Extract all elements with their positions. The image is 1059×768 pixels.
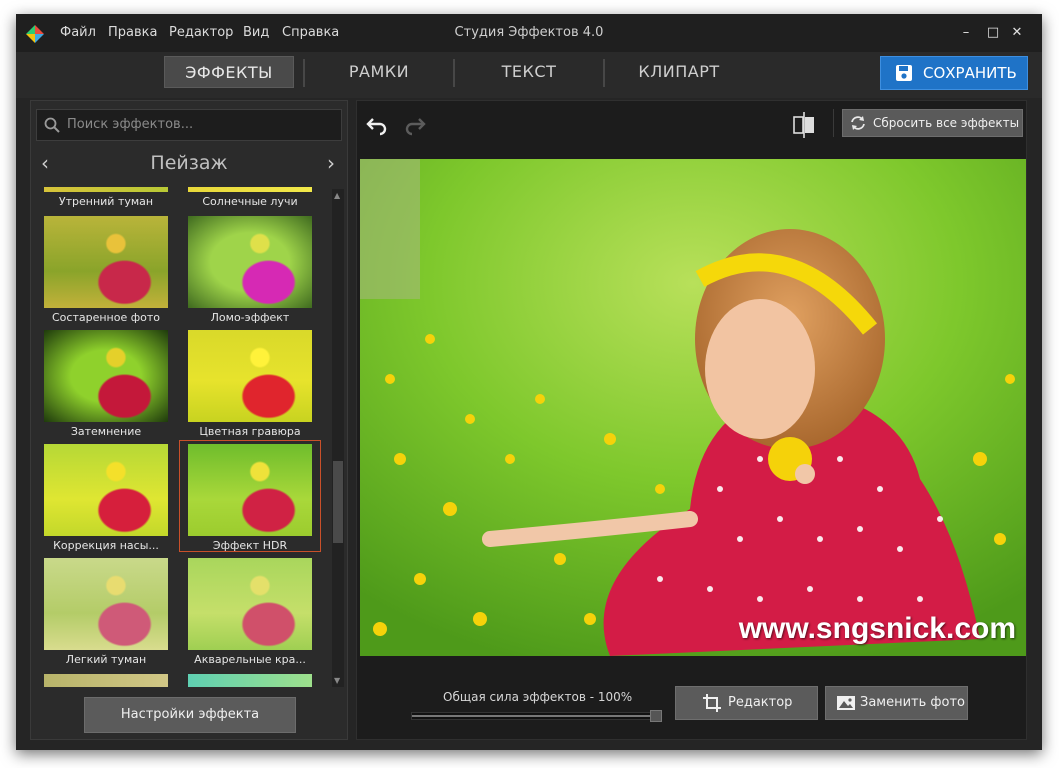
effect-thumbnail	[188, 674, 312, 687]
maximize-button[interactable]: □	[983, 23, 1003, 43]
effect-item[interactable]: Ломо-эффект	[182, 216, 318, 324]
reset-effects-button[interactable]: Сбросить все эффекты	[842, 109, 1023, 137]
search-icon	[44, 117, 60, 133]
preview-panel: Сбросить все эффекты www.sngsnick.com Об…	[356, 100, 1027, 740]
effect-label: Коррекция насы...	[53, 539, 159, 552]
effects-grid: Утренний туман Солнечные лучи Состаренно…	[31, 187, 331, 687]
main-tabs: ЭФФЕКТЫ РАМКИ ТЕКСТ КЛИПАРТ СОХРАНИТЬ	[16, 52, 1042, 98]
minimize-button[interactable]: –	[956, 23, 976, 43]
scroll-up-icon[interactable]: ▲	[334, 191, 340, 200]
effect-item[interactable]: Цветная гравюра	[182, 330, 318, 438]
effect-label: Состаренное фото	[51, 311, 160, 324]
effect-thumbnail	[188, 216, 312, 308]
effect-item[interactable]: Акварельные кра...	[182, 558, 318, 666]
redo-icon[interactable]	[403, 113, 427, 137]
effect-thumbnail	[44, 674, 168, 687]
reset-effects-label: Сбросить все эффекты	[873, 116, 1020, 130]
scroll-down-icon[interactable]: ▼	[334, 676, 340, 685]
effect-label: Акварельные кра...	[194, 653, 306, 666]
search-input[interactable]: Поиск эффектов...	[36, 109, 342, 141]
menu-view[interactable]: Вид	[243, 25, 269, 40]
menu-file[interactable]: Файл	[60, 25, 96, 40]
effect-thumbnail	[188, 187, 312, 192]
effect-item[interactable]: Легкий туман	[38, 558, 174, 666]
effect-label: Утренний туман	[58, 195, 154, 208]
tab-clipart[interactable]: КЛИПАРТ	[614, 56, 744, 88]
photo-preview: www.sngsnick.com	[360, 159, 1026, 656]
menu-edit[interactable]: Правка	[108, 25, 157, 40]
effect-thumbnail	[188, 330, 312, 422]
app-logo-icon	[26, 25, 44, 43]
refresh-icon	[851, 116, 865, 130]
effect-label: Ломо-эффект	[210, 311, 290, 324]
slider-fill	[412, 715, 650, 717]
app-window: Файл Правка Редактор Вид Справка Студия …	[16, 14, 1042, 750]
effect-strength-label: Общая сила эффектов - 100%	[443, 690, 633, 704]
replace-photo-label: Заменить фото	[860, 695, 966, 710]
effect-thumbnail	[44, 444, 168, 536]
crop-icon	[703, 694, 721, 712]
search-placeholder: Поиск эффектов...	[67, 117, 194, 132]
category-selector: ‹ Пейзаж ›	[31, 147, 347, 177]
scrollbar-thumb[interactable]	[333, 461, 343, 543]
effect-thumbnail	[44, 216, 168, 308]
effect-label: Солнечные лучи	[202, 195, 298, 208]
menu-editor[interactable]: Редактор	[169, 25, 233, 40]
editor-button-label: Редактор	[728, 695, 793, 710]
effect-label: Затемнение	[70, 425, 142, 438]
effect-item[interactable]: Коррекция насы...	[38, 444, 174, 552]
effect-item[interactable]	[38, 674, 174, 687]
effect-settings-button[interactable]: Настройки эффекта	[84, 697, 296, 733]
effect-item[interactable]: Солнечные лучи	[182, 187, 318, 208]
toolbar-divider	[833, 109, 834, 137]
effects-panel: Поиск эффектов... ‹ Пейзаж › Утренний ту…	[30, 100, 348, 740]
tab-text[interactable]: ТЕКСТ	[464, 56, 594, 88]
tab-separator	[603, 59, 605, 87]
menu-help[interactable]: Справка	[282, 25, 339, 40]
close-button[interactable]: ✕	[1007, 23, 1027, 43]
tab-separator	[453, 59, 455, 87]
effect-strength-slider[interactable]	[411, 710, 662, 722]
save-button[interactable]: СОХРАНИТЬ	[880, 56, 1028, 90]
tab-effects[interactable]: ЭФФЕКТЫ	[164, 56, 294, 88]
watermark-text: www.sngsnick.com	[738, 612, 1016, 645]
editor-button[interactable]: Редактор	[675, 686, 818, 720]
effect-thumbnail	[44, 558, 168, 650]
selected-effect-highlight	[179, 440, 321, 552]
effect-item[interactable]: Состаренное фото	[38, 216, 174, 324]
effect-label: Легкий туман	[65, 653, 147, 666]
effect-label: Цветная гравюра	[199, 425, 301, 438]
slider-handle[interactable]	[650, 710, 662, 722]
effect-item[interactable]: Затемнение	[38, 330, 174, 438]
replace-photo-button[interactable]: Заменить фото	[825, 686, 968, 720]
effect-item[interactable]	[182, 674, 318, 687]
title-bar: Файл Правка Редактор Вид Справка Студия …	[16, 14, 1042, 52]
floppy-icon	[896, 65, 912, 81]
category-name: Пейзаж	[150, 152, 228, 174]
compare-icon[interactable]	[793, 111, 815, 139]
tab-frames[interactable]: РАМКИ	[314, 56, 444, 88]
effect-item[interactable]: Утренний туман	[38, 187, 174, 208]
save-button-label: СОХРАНИТЬ	[923, 64, 1017, 82]
effect-thumbnail	[188, 558, 312, 650]
image-icon	[837, 696, 855, 710]
effect-thumbnail	[44, 330, 168, 422]
photo-image	[360, 159, 1026, 656]
category-next-button[interactable]: ›	[327, 151, 335, 175]
tab-separator	[303, 59, 305, 87]
effect-thumbnail	[44, 187, 168, 192]
effects-scrollbar[interactable]: ▲ ▼	[332, 189, 344, 687]
undo-icon[interactable]	[365, 113, 389, 137]
